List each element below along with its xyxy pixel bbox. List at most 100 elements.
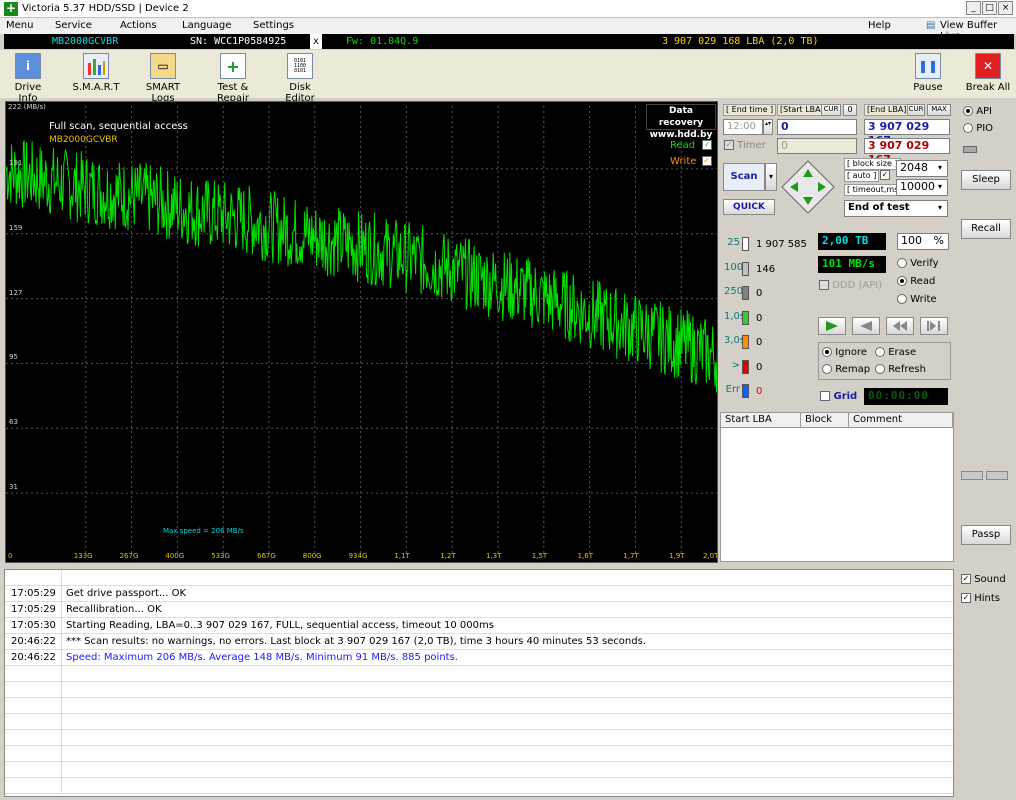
read-legend-checkbox[interactable]: ✓: [702, 140, 713, 150]
speed-graph: 222 (MB/s) Full scan, sequential access …: [5, 101, 718, 563]
zero-button[interactable]: 0: [843, 104, 857, 116]
end-of-test-select[interactable]: End of test: [844, 200, 948, 217]
smart-button[interactable]: S.M.A.R.T: [66, 52, 126, 96]
latency-color-box: [742, 335, 749, 349]
erase-radio[interactable]: [875, 347, 885, 357]
back-button[interactable]: [852, 317, 880, 335]
grid-timer: 00:00:00: [864, 388, 948, 405]
remap-option[interactable]: Remap: [822, 364, 870, 375]
binary-icon: 0101 1100 0101: [287, 53, 313, 79]
skip-end-button[interactable]: [920, 317, 948, 335]
col-start-lba[interactable]: Start LBA: [721, 413, 801, 428]
scan-button[interactable]: Scan: [723, 163, 765, 191]
timer-checkbox[interactable]: ✓: [724, 140, 734, 150]
read-legend[interactable]: Read ✓: [670, 140, 713, 151]
direction-pad-icon[interactable]: [780, 159, 836, 215]
play-button[interactable]: [818, 317, 846, 335]
quick-button[interactable]: QUICK: [723, 199, 775, 215]
end-lba-field[interactable]: 3 907 029 167: [864, 119, 950, 147]
latency-color-box: [742, 286, 749, 300]
end-time-field[interactable]: 12:00: [723, 119, 763, 135]
log-separator: [61, 778, 62, 794]
timer-toggle[interactable]: ✓ Timer: [724, 140, 766, 151]
close-window-button[interactable]: ×: [998, 1, 1013, 15]
y-tick-label: 127: [9, 288, 23, 297]
remap-radio[interactable]: [822, 364, 832, 374]
verify-radio[interactable]: [897, 258, 907, 268]
latency-color-box: [742, 359, 749, 374]
minimize-button[interactable]: _: [966, 1, 981, 15]
start-lba-label: [Start LBA]: [777, 104, 827, 116]
max-button[interactable]: MAX: [927, 104, 951, 116]
ddd-api-checkbox[interactable]: [819, 280, 829, 290]
scan-dropdown-arrow[interactable]: ▾: [765, 163, 777, 191]
log-row: [5, 746, 953, 762]
x-tick-label: 267G: [119, 552, 139, 560]
pio-radio[interactable]: [963, 123, 973, 133]
disk-editor-button[interactable]: 0101 1100 0101 Disk Editor: [274, 52, 326, 104]
log-separator: [61, 746, 62, 762]
cur-end-button[interactable]: CUR: [907, 104, 925, 116]
log-message: Recallibration... OK: [66, 604, 162, 615]
read-option[interactable]: Read: [897, 276, 935, 287]
write-label: Write: [910, 294, 937, 305]
passp-button[interactable]: Passp: [961, 525, 1011, 545]
y-tick-label: 63: [9, 418, 18, 427]
hints-checkbox[interactable]: ✓: [961, 593, 971, 603]
pause-button[interactable]: ❚❚ Pause: [908, 52, 948, 96]
refresh-radio[interactable]: [875, 364, 885, 374]
skip-back-button[interactable]: [886, 317, 914, 335]
sound-option[interactable]: ✓ Sound: [961, 574, 1006, 585]
ignore-option[interactable]: Ignore: [822, 347, 867, 358]
write-option[interactable]: Write: [897, 294, 937, 305]
grid-option[interactable]: Grid: [820, 391, 857, 402]
latency-row: 1,0s 0: [724, 310, 814, 327]
write-radio[interactable]: [897, 294, 907, 304]
sleep-button[interactable]: Sleep: [961, 170, 1011, 190]
api-option[interactable]: API: [963, 106, 992, 117]
col-comment[interactable]: Comment: [849, 413, 953, 428]
end-time-spinner[interactable]: ▴▾: [763, 119, 773, 135]
auto-checkbox[interactable]: ✓: [880, 170, 890, 180]
drive-info-button[interactable]: i Drive Info: [4, 52, 52, 104]
grid-checkbox[interactable]: [820, 391, 830, 401]
log-row: [5, 682, 953, 698]
y-tick-label: 95: [9, 353, 18, 362]
hints-option[interactable]: ✓ Hints: [961, 593, 1000, 604]
pio-option[interactable]: PIO: [963, 123, 993, 134]
api-radio[interactable]: [963, 106, 973, 116]
col-block[interactable]: Block: [801, 413, 849, 428]
verify-option[interactable]: Verify: [897, 258, 939, 269]
cur-button[interactable]: CUR: [821, 104, 841, 116]
timer-field[interactable]: 0: [777, 138, 857, 154]
write-legend[interactable]: Write ✓: [670, 156, 712, 167]
refresh-option[interactable]: Refresh: [875, 364, 926, 375]
log-time: 20:46:22: [11, 652, 56, 663]
menu-item-settings[interactable]: Settings: [253, 20, 294, 31]
test-repair-button[interactable]: + Test & Repair: [201, 52, 265, 104]
erase-option[interactable]: Erase: [875, 347, 916, 358]
menu-item-actions[interactable]: Actions: [120, 20, 157, 31]
read-radio[interactable]: [897, 276, 907, 286]
disabled-button-2[interactable]: [986, 471, 1008, 480]
close-drive-button[interactable]: x: [310, 34, 322, 49]
maximize-button[interactable]: □: [982, 1, 997, 15]
sound-checkbox[interactable]: ✓: [961, 574, 971, 584]
break-all-button[interactable]: ✕ Break All: [964, 52, 1012, 96]
ignore-radio[interactable]: [822, 347, 832, 357]
disabled-button-1[interactable]: [961, 471, 983, 480]
log-separator: [61, 570, 62, 586]
write-legend-checkbox[interactable]: ✓: [701, 156, 712, 166]
log-time: 17:05:30: [11, 620, 56, 631]
menu-item-service[interactable]: Service: [55, 20, 92, 31]
log-separator: [61, 682, 62, 698]
menu-item-menu[interactable]: Menu: [6, 20, 33, 31]
end-lba-field-2[interactable]: 3 907 029 167: [864, 138, 950, 166]
start-lba-field[interactable]: 0: [777, 119, 857, 135]
recall-button[interactable]: Recall: [961, 219, 1011, 239]
menu-item-language[interactable]: Language: [182, 20, 231, 31]
drive-firmware: Fw: 01.04Q.9: [346, 36, 419, 47]
smart-logs-button[interactable]: ▭ SMART Logs: [134, 52, 192, 104]
menu-item-help[interactable]: Help: [868, 20, 891, 31]
ddd-api-option[interactable]: DDD (API): [819, 280, 882, 291]
